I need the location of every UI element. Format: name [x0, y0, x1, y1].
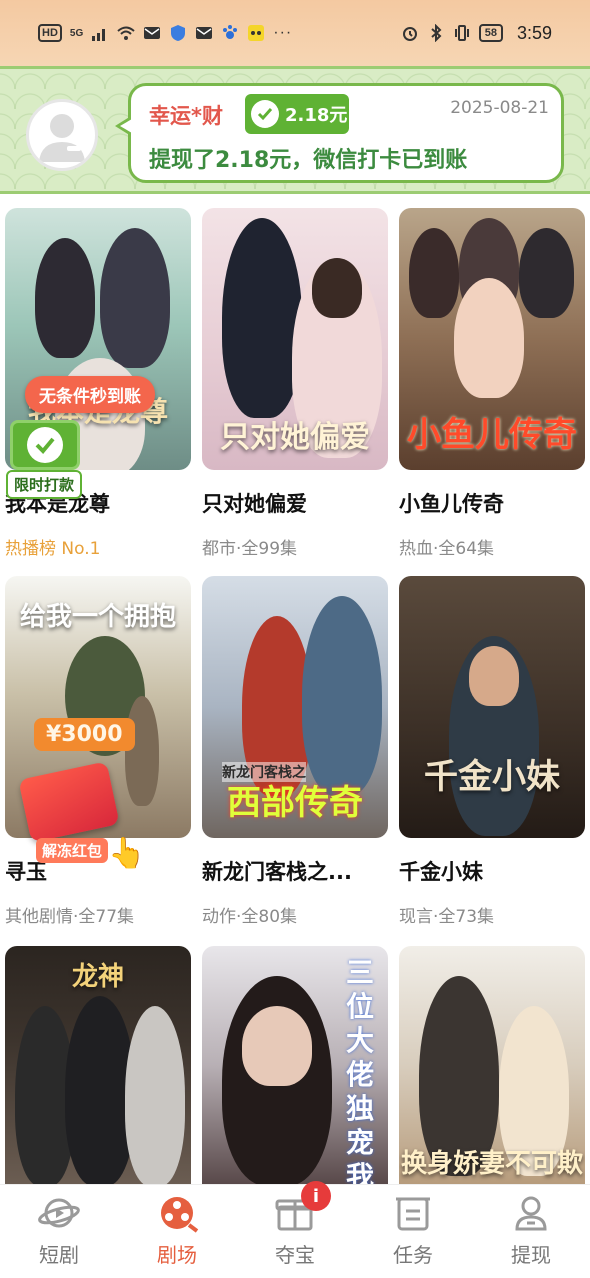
drama-title: 只对她偏爱: [202, 492, 307, 516]
notification-date: 2025-08-21: [450, 98, 549, 118]
withdraw-notification-banner[interactable]: 幸运*财 2.18元 2025-08-21 提现了2.18元，微信打卡已到账: [0, 66, 590, 194]
tab-tasks[interactable]: 任务: [363, 1191, 463, 1275]
drama-poster[interactable]: 龙神: [5, 946, 191, 1184]
avatar: [26, 99, 98, 171]
poster-title: 换身娇妻不可欺: [400, 1149, 583, 1179]
poster-title: 给我一个拥抱: [19, 602, 176, 632]
notification-bubble: 幸运*财 2.18元 2025-08-21 提现了2.18元，微信打卡已到账: [115, 83, 564, 183]
poster-title: 龙神: [71, 962, 124, 992]
drama-title: 新龙门客栈之...: [202, 860, 352, 884]
drama-card[interactable]: 换身娇妻不可欺: [399, 946, 585, 1184]
notification-message: 提现了2.18元，微信打卡已到账: [149, 148, 468, 173]
app-icon: [248, 25, 265, 41]
more-indicator: ···: [273, 24, 293, 41]
drama-card[interactable]: 新龙门客栈之 西部传奇 新龙门客栈之... 动作·全80集: [202, 576, 388, 927]
battery-level: 58: [478, 24, 503, 42]
poster-title: 只对她偏爱: [220, 420, 370, 455]
drama-title: 千金小妹: [399, 860, 483, 884]
drama-poster[interactable]: 三位大佬独宠我: [202, 946, 388, 1184]
shield-icon: [171, 25, 186, 41]
tab-withdraw[interactable]: 提现: [481, 1191, 581, 1275]
vibrate-icon: [454, 25, 469, 41]
wifi-icon: [117, 26, 135, 40]
reward-amount[interactable]: ¥3000: [34, 718, 135, 751]
bluetooth-icon: [431, 24, 442, 42]
drama-card[interactable]: 小鱼儿传奇 小鱼儿传奇 热血·全64集: [399, 208, 585, 559]
drama-poster[interactable]: 只对她偏爱: [202, 208, 388, 470]
poster-title: 西部传奇: [227, 783, 363, 823]
film-reel-icon: [161, 1197, 199, 1233]
withdraw-amount: 2.18元: [285, 105, 348, 126]
drama-poster[interactable]: 新龙门客栈之 西部传奇: [202, 576, 388, 838]
drama-title: 小鱼儿传奇: [399, 492, 504, 516]
tab-treasure[interactable]: i 夺宝: [245, 1181, 345, 1275]
paw-icon: [223, 25, 238, 39]
network-gen: 5G: [69, 27, 84, 39]
poster-title: 三位大佬独宠我: [346, 956, 375, 1184]
drama-meta: 都市·全99集: [202, 539, 298, 559]
tab-label: 短剧: [39, 1243, 79, 1267]
task-icon: [396, 1197, 430, 1231]
tab-label: 夺宝: [275, 1243, 315, 1267]
unfreeze-redpack-label[interactable]: 解冻红包: [36, 838, 109, 863]
drama-meta: 热播榜 No.1: [5, 539, 101, 559]
user-icon: [515, 1196, 547, 1231]
user-avatar-icon: [39, 114, 85, 162]
limited-payout-label[interactable]: 限时打款: [6, 470, 83, 499]
mail-icon: [144, 27, 161, 39]
poster-title: 小鱼儿传奇: [407, 415, 577, 455]
drama-card[interactable]: 只对她偏爱 只对她偏爱 都市·全99集: [202, 208, 388, 559]
drama-poster[interactable]: 小鱼儿传奇: [399, 208, 585, 470]
tab-label: 任务: [393, 1243, 433, 1267]
tab-label: 提现: [511, 1243, 551, 1267]
status-left: HD 5G ···: [38, 24, 292, 42]
status-bar: HD 5G ··· 58 3:59: [0, 0, 590, 66]
planet-icon: [38, 1198, 80, 1228]
mail-icon-2: [196, 27, 213, 39]
winner-username: 幸运*财: [149, 104, 223, 128]
drama-poster[interactable]: 换身娇妻不可欺: [399, 946, 585, 1184]
drama-card[interactable]: 千金小妹 千金小妹 现言·全73集: [399, 576, 585, 927]
tab-theater[interactable]: 剧场: [127, 1191, 227, 1275]
checkin-badge[interactable]: [10, 420, 80, 470]
amount-tag: 2.18元: [245, 94, 349, 134]
tab-short-drama[interactable]: 短剧: [9, 1191, 109, 1275]
drama-meta: 动作·全80集: [202, 907, 298, 927]
drama-meta: 其他剧情·全77集: [5, 907, 135, 927]
poster-title: 千金小妹: [424, 757, 560, 797]
status-right: 58 3:59: [401, 23, 552, 44]
drama-meta: 热血·全64集: [399, 539, 495, 559]
check-icon: [27, 427, 63, 463]
drama-card[interactable]: 三位大佬独宠我: [202, 946, 388, 1184]
drama-poster[interactable]: 千金小妹: [399, 576, 585, 838]
bottom-nav: 短剧 剧场 i 夺宝 任务 提现: [0, 1181, 590, 1278]
pointing-hand-icon: 👆: [108, 836, 146, 871]
clock: 3:59: [516, 22, 552, 43]
signal-icon: [92, 29, 106, 41]
info-badge-icon: i: [301, 1181, 331, 1211]
hd-indicator: HD: [38, 24, 62, 42]
instant-payout-pill[interactable]: 无条件秒到账: [25, 376, 155, 413]
check-icon: [251, 100, 279, 128]
tab-label: 剧场: [157, 1243, 197, 1267]
drama-card[interactable]: 龙神: [5, 946, 191, 1184]
drama-meta: 现言·全73集: [399, 907, 495, 927]
alarm-icon: [402, 27, 417, 41]
